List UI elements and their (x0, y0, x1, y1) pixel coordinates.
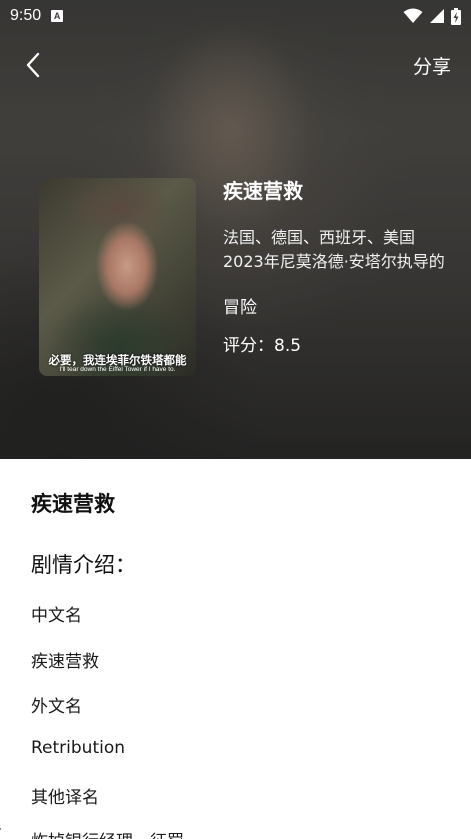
status-right (403, 7, 461, 25)
detail-line-chinese-name: 疾速营救 (31, 652, 99, 672)
movie-short-description: 2023年尼莫洛德·安塔尔执导的 (223, 252, 445, 271)
detail-line-chinese-name-label: 中文名 (31, 606, 82, 626)
movie-genre: 冒险 (223, 298, 257, 318)
synopsis-heading: 剧情介绍： (31, 553, 136, 577)
back-button[interactable] (18, 48, 48, 82)
status-time: 9:50 (10, 7, 42, 24)
screen: 9:50 A 分享 必要，我连埃菲尔铁塔都能 I'll tear down th… (0, 0, 471, 839)
movie-country: 法国、德国、西班牙、美国 (223, 228, 416, 247)
rating-label: 评分： (223, 336, 274, 356)
movie-info: 疾速营救 法国、德国、西班牙、美国 2023年尼莫洛德·安塔尔执导的 冒险 评分… (223, 178, 463, 358)
poster-subtitle-en: I'll tear down the Eiffel Tower if I hav… (59, 366, 176, 373)
wifi-icon (403, 8, 423, 23)
movie-rating: 评分：8.5 (223, 334, 463, 358)
detail-line-foreign-name: Retribution (31, 738, 126, 758)
movie-poster: 必要，我连埃菲尔铁塔都能 I'll tear down the Eiffel T… (39, 178, 196, 376)
detail-line-foreign-name-label: 外文名 (31, 697, 82, 717)
details-panel: 疾速营救 剧情介绍： 中文名 疾速营救 外文名 Retribution 其他译名… (0, 459, 471, 839)
movie-title: 疾速营救 (223, 179, 303, 203)
chevron-left-icon (26, 52, 40, 78)
status-bar: 9:50 A (0, 0, 471, 32)
detail-line-other-names-label: 其他译名 (31, 788, 99, 808)
details-title: 疾速营救 (31, 492, 115, 516)
edge-chevron-icon (0, 828, 7, 839)
share-button[interactable]: 分享 (413, 52, 451, 79)
battery-charging-icon (451, 7, 461, 25)
notification-a-icon: A (51, 10, 64, 22)
status-left: 9:50 A (10, 7, 64, 25)
top-navigation: 分享 (0, 40, 471, 90)
signal-icon (430, 9, 444, 23)
detail-line-other-names: 炸掉银行经理，征罚 (31, 827, 184, 839)
rating-value: 8.5 (274, 336, 302, 356)
